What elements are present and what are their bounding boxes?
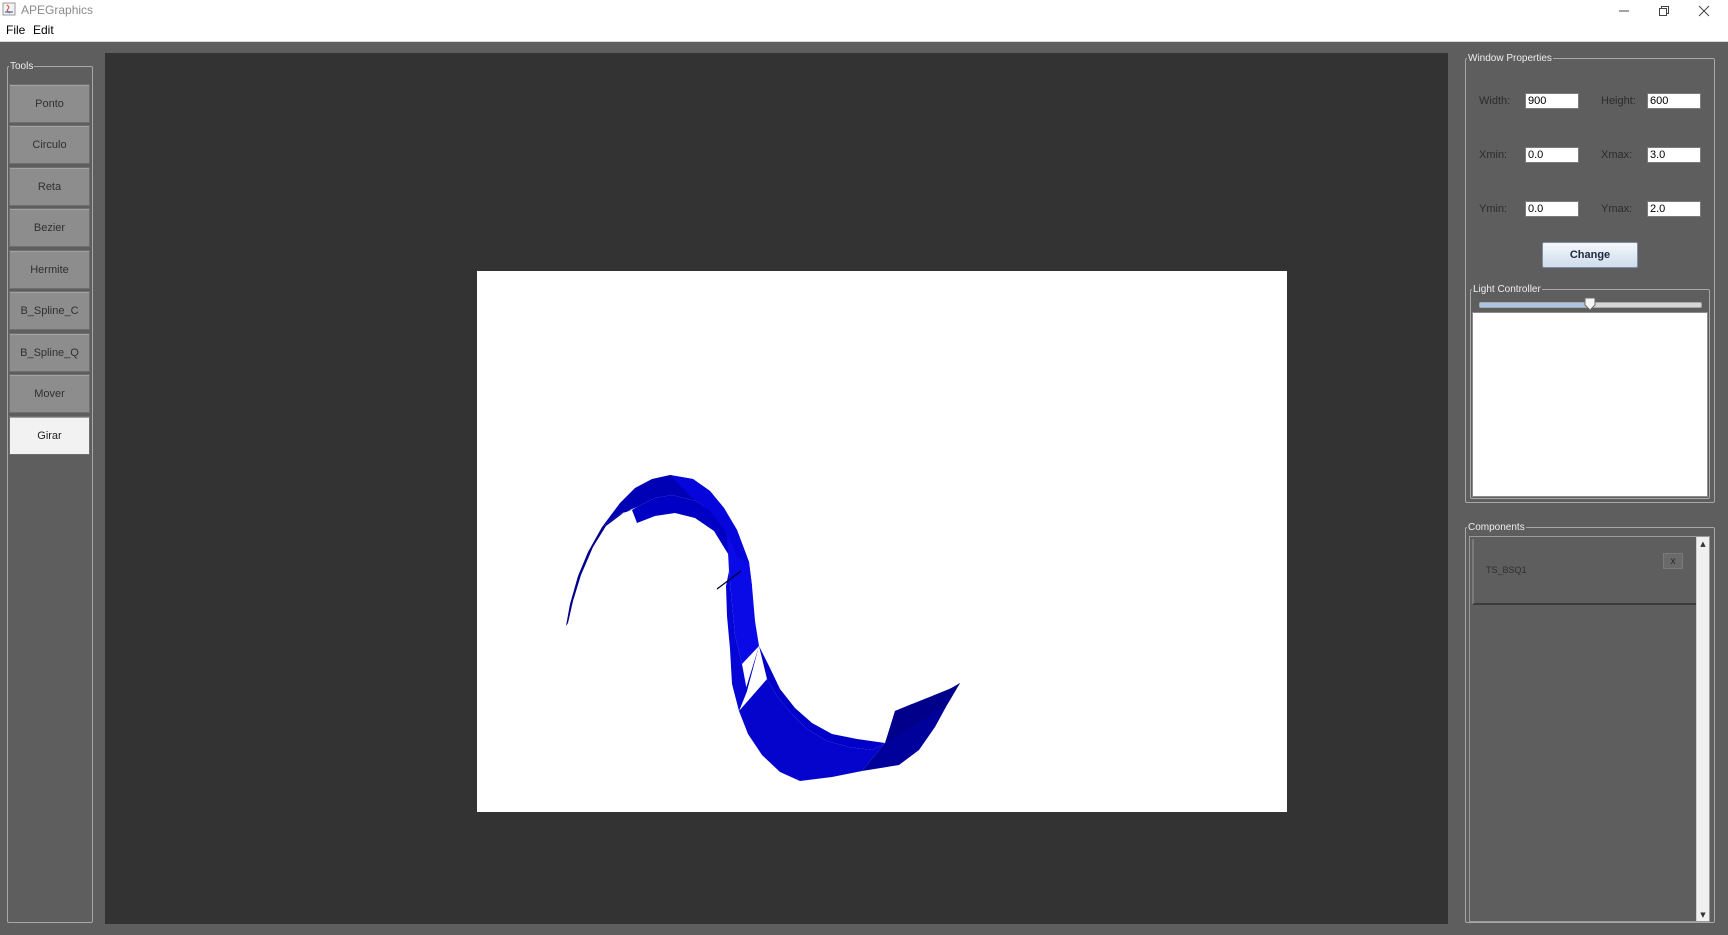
components-legend: Components	[1468, 522, 1525, 533]
canvas-area[interactable]	[105, 53, 1448, 924]
title-bar: APEGraphics	[0, 0, 1728, 21]
ymax-label: Ymax:	[1601, 203, 1633, 215]
components-list: TS_BSQ1 x ▲ ▼	[1469, 536, 1710, 922]
tool-circulo-button[interactable]: Circulo	[9, 125, 90, 164]
tools-legend: Tools	[10, 61, 34, 72]
component-name: TS_BSQ1	[1486, 565, 1527, 575]
components-scrollbar[interactable]: ▲ ▼	[1696, 537, 1709, 921]
change-button[interactable]: Change	[1542, 242, 1638, 268]
light-slider-thumb[interactable]	[1584, 297, 1596, 311]
height-input[interactable]: 600	[1647, 93, 1701, 109]
xmax-label: Xmax:	[1601, 149, 1633, 161]
drawing-viewport[interactable]	[477, 271, 1287, 812]
scroll-down-arrow-icon[interactable]: ▼	[1697, 908, 1709, 921]
tool-mover-button[interactable]: Mover	[9, 374, 90, 413]
bspline-surface-render	[566, 475, 960, 781]
xmax-input[interactable]: 3.0	[1647, 147, 1701, 163]
tool-bspline-c-button[interactable]: B_Spline_C	[9, 291, 90, 330]
tool-reta-button[interactable]: Reta	[9, 167, 90, 206]
window-properties-legend: Window Properties	[1468, 53, 1552, 64]
restore-icon	[1659, 5, 1669, 16]
java-app-icon	[2, 2, 16, 16]
width-label: Width:	[1479, 95, 1511, 107]
light-preview-area	[1472, 312, 1708, 497]
ymax-input[interactable]: 2.0	[1647, 201, 1701, 217]
menu-edit[interactable]: Edit	[33, 23, 54, 37]
tool-bezier-button[interactable]: Bezier	[9, 208, 90, 247]
tool-bspline-q-button[interactable]: B_Spline_Q	[9, 333, 90, 372]
tool-girar-button[interactable]: Girar	[9, 416, 90, 455]
height-label: Height:	[1601, 95, 1636, 107]
window-title: APEGraphics	[21, 3, 94, 17]
minimize-icon	[1619, 10, 1629, 11]
close-button[interactable]	[1684, 0, 1724, 21]
ymin-label: Ymin:	[1479, 203, 1508, 215]
tool-ponto-button[interactable]: Ponto	[9, 84, 90, 123]
close-icon	[1698, 5, 1710, 16]
light-controller-legend: Light Controller	[1473, 284, 1541, 295]
width-input[interactable]: 900	[1525, 93, 1579, 109]
menu-file[interactable]: File	[6, 23, 25, 37]
restore-button[interactable]	[1644, 0, 1684, 21]
component-item[interactable]: TS_BSQ1 x	[1472, 539, 1696, 605]
tool-hermite-button[interactable]: Hermite	[9, 250, 90, 289]
xmin-input[interactable]: 0.0	[1525, 147, 1579, 163]
remove-component-button[interactable]: x	[1663, 553, 1683, 569]
light-slider-fill	[1480, 303, 1591, 307]
scroll-up-arrow-icon[interactable]: ▲	[1697, 537, 1709, 550]
menu-bar: File Edit	[0, 21, 1728, 42]
ymin-input[interactable]: 0.0	[1525, 201, 1579, 217]
minimize-button[interactable]	[1604, 0, 1644, 21]
xmin-label: Xmin:	[1479, 149, 1508, 161]
